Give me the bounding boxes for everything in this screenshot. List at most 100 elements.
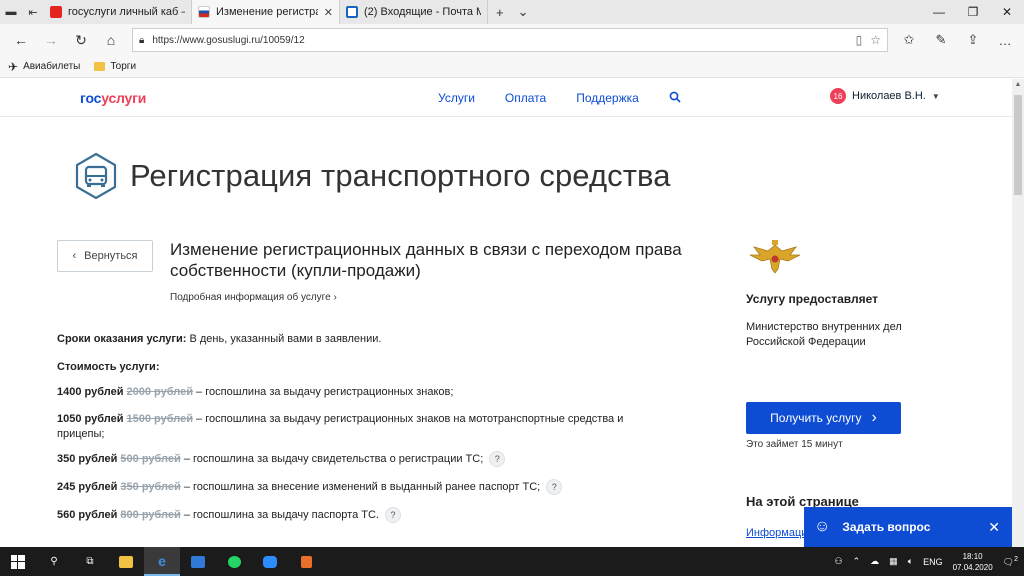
cost-heading: Стоимость услуги: [57,361,160,373]
language-indicator[interactable]: ENG [923,557,943,567]
nav-support[interactable]: Поддержка [576,91,639,106]
back-arrow-icon[interactable]: ← [6,32,36,48]
notifications-count: 2 [1014,555,1018,563]
cost-old-price: 350 рублей [120,480,181,493]
cost-label: Стоимость услуги: [57,361,160,373]
more-icon[interactable]: … [992,33,1018,48]
pen-icon[interactable]: ✎ [928,32,954,48]
get-service-button[interactable]: Получить услугу › [746,402,901,434]
terms-label: Сроки оказания услуги: [57,333,187,345]
title-row: Регистрация транспортного средства [72,152,671,200]
tab-yandex[interactable]: госуслуги личный каб — Я [44,0,192,24]
user-menu[interactable]: 16 Николаев В.Н. ▼ [830,88,940,104]
car-icon [75,152,117,200]
gosuslugi-logo[interactable]: госуслуги [80,90,146,106]
folder-icon [94,62,106,71]
chevron-left-icon: ‹ [72,250,77,262]
document-app-icon[interactable] [288,547,324,576]
provider-link[interactable]: Министерство внутренних дел Российской Ф… [746,320,946,350]
cloud-icon[interactable]: ☁ [870,556,879,567]
new-tab-icon[interactable]: + [496,5,504,20]
close-window-icon[interactable]: ✕ [990,5,1024,19]
bookmark-flights[interactable]: ✈ Авиабилеты [8,60,80,74]
url-text: https://www.gosuslugi.ru/10059/12 [152,34,305,46]
windows-taskbar: ⚲ ⧉ e ⚇ ⌃ ☁ ▦ 🔈︎ ENG 18:10 07.04.2020 🗨︎… [0,547,1024,576]
share-icon[interactable]: ⇪ [960,32,986,48]
chevron-right-icon: › [871,409,877,426]
zoom-icon[interactable] [252,547,288,576]
nav-payment[interactable]: Оплата [505,91,546,106]
tab-actions-icon[interactable]: ▬ [0,0,22,24]
chevron-right-icon: › [333,292,337,303]
browser-nav-bar: ← → ↻ ⌂ 🔒︎ https://www.gosuslugi.ru/1005… [0,24,1024,56]
system-tray: ⚇ ⌃ ☁ ▦ 🔈︎ ENG 18:10 07.04.2020 🗨︎2 [835,551,1024,573]
file-explorer-icon[interactable] [108,547,144,576]
maximize-icon[interactable]: ❐ [956,5,990,19]
help-icon[interactable]: ? [385,507,401,523]
clock-time: 18:10 [962,551,983,561]
favorite-star-icon[interactable]: ☆ [870,33,881,47]
scroll-thumb[interactable] [1014,95,1022,195]
network-icon[interactable]: ▦ [889,556,898,567]
volume-icon[interactable]: 🔈︎ [908,556,913,567]
home-icon[interactable]: ⌂ [96,32,126,48]
windows-start-icon[interactable] [0,547,36,576]
tab-list-chevron-icon[interactable]: ⌄ [518,4,529,20]
lock-icon: 🔒︎ [139,34,145,46]
whatsapp-icon[interactable] [216,547,252,576]
tray-chevron-up-icon[interactable]: ⌃ [853,556,861,567]
plane-icon: ✈ [8,59,19,74]
main-nav: Услуги Оплата Поддержка [438,91,681,106]
bookmark-auctions[interactable]: Торги [94,61,136,72]
cost-price: 1400 рублей [57,386,124,398]
back-label: Вернуться [84,250,138,262]
cost-item: 245 рублей 350 рублей – госпошлина за вн… [57,479,563,495]
more-info-link[interactable]: Подробная информация об услуге › [170,292,337,303]
close-icon[interactable]: ✕ [988,519,1000,536]
site-header: госуслуги Услуги Оплата Поддержка 16 Ник… [0,79,1012,117]
forward-arrow-icon[interactable]: → [36,32,66,48]
refresh-icon[interactable]: ↻ [66,32,96,49]
favorites-list-icon[interactable]: ✩ [896,32,922,48]
logo-part2: услуги [101,90,147,106]
cost-desc: – госпошлина за выдачу свидетельства о р… [180,452,484,465]
scroll-up-icon[interactable]: ▲ [1012,79,1024,91]
eagle-emblem-icon [749,240,801,274]
mail-app-icon[interactable] [180,547,216,576]
close-tab-icon[interactable]: ✕ [324,6,333,19]
notifications-icon[interactable]: 🗨︎2 [1003,556,1018,568]
help-icon[interactable]: ? [546,479,563,495]
bookmark-label: Торги [110,61,137,72]
reading-view-icon[interactable]: ▯ [856,33,863,47]
clock[interactable]: 18:10 07.04.2020 [953,551,993,573]
search-icon[interactable]: ⚲ [36,547,72,576]
back-button[interactable]: ‹ Вернуться [57,240,153,272]
cost-price: 1050 рублей [57,413,124,425]
cost-item: 560 рублей 800 рублей – госпошлина за вы… [57,507,401,523]
task-view-icon[interactable]: ⧉ [72,547,108,576]
edge-browser-icon[interactable]: e [144,547,180,576]
nav-services[interactable]: Услуги [438,91,475,106]
duration-text: Это займет 15 минут [746,439,843,450]
address-bar[interactable]: 🔒︎ https://www.gosuslugi.ru/10059/12 ▯ ☆ [132,28,888,52]
page-scrollbar[interactable]: ▲ [1012,79,1024,547]
cost-desc: – госпошлина за выдачу паспорта ТС. [180,508,379,521]
cost-old-price: 1500 рублей [126,413,193,425]
browser-tab-bar: ▬ ⇤ госуслуги личный каб — Я Изменение р… [0,0,1024,24]
tab-gosuslugi[interactable]: Изменение регистрац ✕ [192,0,340,24]
tab-back-icon[interactable]: ⇤ [22,0,44,24]
terms-line: Сроки оказания услуги: В день, указанный… [57,333,381,345]
tab-mail[interactable]: (2) Входящие - Почта Mail. [340,0,488,24]
get-service-label: Получить услугу [770,411,862,425]
clock-date: 07.04.2020 [952,562,993,572]
people-icon[interactable]: ⚇ [835,556,843,567]
search-icon[interactable] [669,91,681,106]
ask-question-widget[interactable]: ☺ Задать вопрос ✕ [804,507,1012,547]
provider-heading: Услугу предоставляет [746,292,879,306]
page-title: Регистрация транспортного средства [130,158,671,193]
help-icon[interactable]: ? [489,451,506,467]
bookmark-label: Авиабилеты [23,61,81,72]
cost-item: 350 рублей 500 рублей – госпошлина за вы… [57,451,506,467]
minimize-icon[interactable]: — [922,5,956,19]
user-name: Николаев В.Н. [852,90,926,102]
